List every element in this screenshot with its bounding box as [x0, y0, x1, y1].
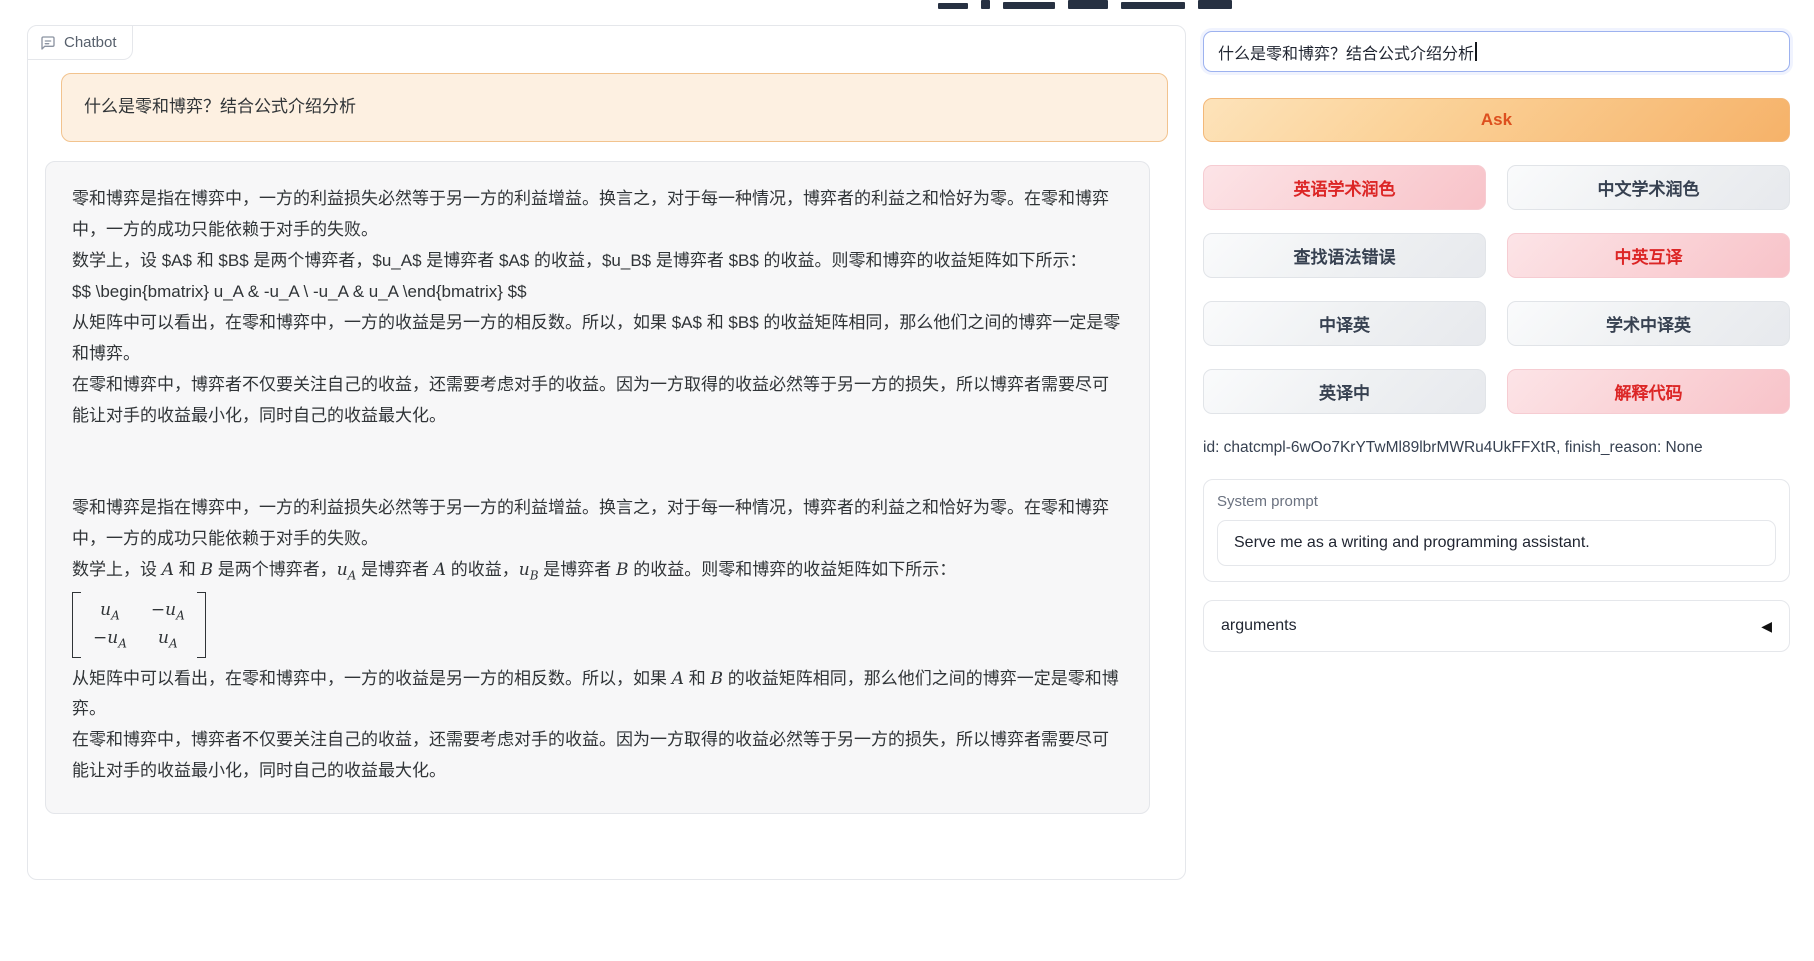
bot-rendered-paragraph: 零和博弈是指在博弈中，一方的利益损失必然等于另一方的利益增益。换言之，对于每一种… — [72, 493, 1123, 555]
bot-raw-conclusion: 从矩阵中可以看出，在零和博弈中，一方的收益是另一方的相反数。所以，如果 $A$ … — [72, 308, 1123, 370]
chat-bubble-icon — [40, 35, 56, 51]
system-prompt-value: Serve me as a writing and programming as… — [1234, 534, 1590, 552]
bot-raw-math-intro: 数学上，设 $A$ 和 $B$ 是两个博弈者，$u_A$ 是博弈者 $A$ 的收… — [72, 246, 1123, 277]
bot-raw-paragraph: 零和博弈是指在博弈中，一方的利益损失必然等于另一方的利益增益。换言之，对于每一种… — [72, 184, 1123, 246]
chatbot-panel-label: Chatbot — [28, 26, 133, 60]
matrix-left-bracket — [72, 592, 81, 658]
system-prompt-label: System prompt — [1217, 493, 1776, 510]
btn-academic-zh-to-en[interactable]: 学术中译英 — [1507, 301, 1790, 346]
matrix-cell: uA — [158, 625, 178, 653]
response-status-line: id: chatcmpl-6wOo7KrYTwMl89lbrMWRu4UkFFX… — [1203, 439, 1790, 457]
system-prompt-input[interactable]: Serve me as a writing and programming as… — [1217, 520, 1776, 566]
chatbot-panel: Chatbot 什么是零和博弈？结合公式介绍分析 零和博弈是指在博弈中，一方的利… — [27, 25, 1186, 880]
bot-raw-latex-formula: $$ \begin{bmatrix} u_A & -u_A \ -u_A & u… — [72, 277, 1123, 308]
bot-raw-last-paragraph: 在零和博弈中，博弈者不仅要关注自己的收益，还需要考虑对手的收益。因为一方取得的收… — [72, 370, 1123, 432]
btn-zh-to-en[interactable]: 中译英 — [1203, 301, 1486, 346]
arguments-accordion-label: arguments — [1221, 617, 1297, 635]
app-root: Chatbot 什么是零和博弈？结合公式介绍分析 零和博弈是指在博弈中，一方的利… — [0, 0, 1814, 880]
btn-explain-code[interactable]: 解释代码 — [1507, 369, 1790, 414]
btn-zh-en-mutual-translate[interactable]: 中英互译 — [1507, 233, 1790, 278]
user-message-bubble: 什么是零和博弈？结合公式介绍分析 — [61, 73, 1168, 142]
text-cursor — [1475, 42, 1477, 61]
question-input-value: 什么是零和博弈？结合公式介绍分析 — [1218, 40, 1474, 64]
chatbot-column: Chatbot 什么是零和博弈？结合公式介绍分析 零和博弈是指在博弈中，一方的利… — [27, 25, 1186, 880]
function-button-grid: 英语学术润色 中文学术润色 查找语法错误 中英互译 中译英 学术中译英 英译中 … — [1203, 165, 1790, 414]
matrix-cell: −uA — [151, 597, 185, 625]
control-column: 什么是零和博弈？结合公式介绍分析 Ask 英语学术润色 中文学术润色 查找语法错… — [1203, 25, 1790, 880]
rendered-matrix: uA −uA −uA uA — [72, 592, 1123, 658]
chat-messages: 什么是零和博弈？结合公式介绍分析 零和博弈是指在博弈中，一方的利益损失必然等于另… — [28, 26, 1185, 814]
arguments-accordion[interactable]: arguments ◀ — [1203, 600, 1790, 652]
bot-message-gap — [72, 431, 1123, 493]
btn-english-academic-polish[interactable]: 英语学术润色 — [1203, 165, 1486, 210]
bot-rendered-math-intro: 数学上，设 A 和 B 是两个博弈者，uA 是博弈者 A 的收益，uB 是博弈者… — [72, 555, 1123, 587]
btn-en-to-zh[interactable]: 英译中 — [1203, 369, 1486, 414]
bot-message-bubble: 零和博弈是指在博弈中，一方的利益损失必然等于另一方的利益增益。换言之，对于每一种… — [45, 161, 1150, 814]
matrix-cell: uA — [100, 597, 120, 625]
matrix-right-bracket — [197, 592, 206, 658]
bot-rendered-last-paragraph: 在零和博弈中，博弈者不仅要关注自己的收益，还需要考虑对手的收益。因为一方取得的收… — [72, 725, 1123, 787]
system-prompt-card: System prompt Serve me as a writing and … — [1203, 479, 1790, 582]
btn-chinese-academic-polish[interactable]: 中文学术润色 — [1507, 165, 1790, 210]
user-message-text: 什么是零和博弈？结合公式介绍分析 — [84, 97, 356, 116]
btn-find-grammar-errors[interactable]: 查找语法错误 — [1203, 233, 1486, 278]
bot-rendered-conclusion: 从矩阵中可以看出，在零和博弈中，一方的收益是另一方的相反数。所以，如果 A 和 … — [72, 664, 1123, 726]
chatbot-panel-label-text: Chatbot — [64, 34, 117, 51]
accordion-collapse-icon: ◀ — [1761, 618, 1772, 635]
question-input[interactable]: 什么是零和博弈？结合公式介绍分析 — [1203, 31, 1790, 72]
ask-button[interactable]: Ask — [1203, 98, 1790, 142]
matrix-cell: −uA — [93, 625, 127, 653]
clipped-page-title — [938, 0, 1268, 9]
